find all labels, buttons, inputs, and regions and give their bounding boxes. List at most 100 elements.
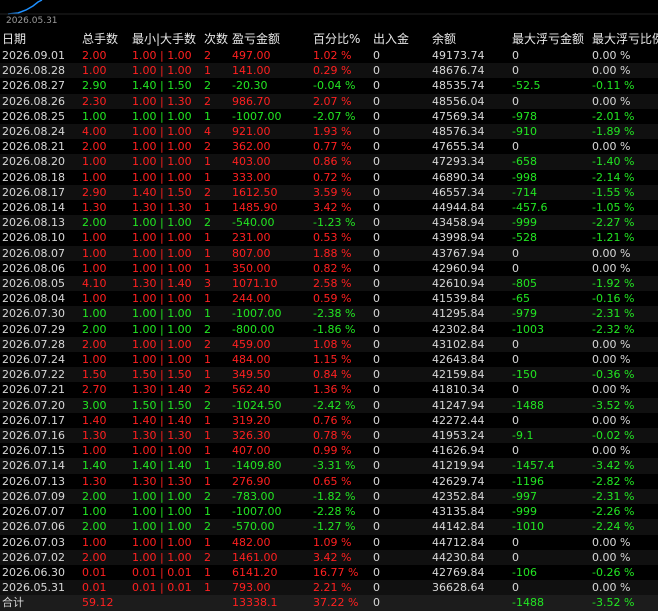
cell-min-max-lots: 1.30 | 1.30 (130, 200, 202, 216)
cell-balance: 42159.84 (430, 367, 510, 383)
table-row[interactable]: 2026.05.31 0.01 0.01 | 0.01 1 793.00 2.21 % 0 3… (0, 580, 658, 596)
table-row[interactable]: 2026.07.06 2.00 1.00 | 1.00 2 -570.00 -1.27 %… (0, 519, 658, 535)
header-max-float-loss[interactable]: 最大浮亏金额 (510, 30, 590, 48)
header-balance[interactable]: 余额 (430, 30, 510, 48)
table-row[interactable]: 2026.08.27 2.90 1.40 | 1.50 2 -20.30 -0.04 % 0… (0, 78, 658, 94)
table-row[interactable]: 2026.08.24 4.00 1.00 | 1.00 4 921.00 1.93 % 0 4… (0, 124, 658, 140)
cell-total-lots: 1.30 (80, 428, 130, 444)
table-row[interactable]: 2026.07.13 1.30 1.30 | 1.30 1 276.90 0.65 % 0 4… (0, 473, 658, 489)
cell-max-float-loss-pct: -2.32 % (590, 321, 658, 337)
cell-pnl-amount: 1485.90 (230, 200, 311, 216)
cell-max-float-loss: 0 (510, 260, 590, 277)
table-row[interactable]: 2026.08.07 1.00 1.00 | 1.00 1 807.00 1.88 % 0 4… (0, 245, 658, 261)
table-row[interactable]: 2026.08.05 4.10 1.30 | 1.40 3 1071.10 2.58 % 0… (0, 276, 658, 292)
cell-max-float-loss: -999 (510, 504, 590, 520)
table-row[interactable]: 2026.07.28 2.00 1.00 | 1.00 2 459.00 1.08 % 0 4… (0, 336, 658, 353)
cell-max-float-loss: 0 (510, 93, 590, 109)
table-row[interactable]: 2026.08.26 2.30 1.00 | 1.30 2 986.70 2.07 % 0 4… (0, 93, 658, 109)
cell-percent: 2.58 % (311, 276, 371, 292)
cell-total-lots: 3.00 (80, 397, 130, 413)
cell-count: 1 (202, 245, 230, 261)
cell-total-lots: 2.90 (80, 78, 130, 94)
table-row[interactable]: 2026.08.17 2.90 1.40 | 1.50 2 1612.50 3.59 % 0… (0, 184, 658, 201)
table-row[interactable]: 2026.08.25 1.00 1.00 | 1.00 1 -1007.00 -2.07 … (0, 108, 658, 125)
table-row[interactable]: 2026.07.14 1.40 1.40 | 1.40 1 -1409.80 -3.31 … (0, 458, 658, 474)
cell-total-lots: 1.30 (80, 473, 130, 489)
header-count[interactable]: 次数 (202, 30, 230, 48)
cell-count: 2 (202, 215, 230, 231)
cell-balance: 46890.34 (430, 169, 510, 185)
cell-balance: 48576.34 (430, 124, 510, 140)
table-row[interactable]: 2026.08.28 1.00 1.00 | 1.00 1 141.00 0.29 % 0 4… (0, 63, 658, 79)
cell-pnl-amount: 484.00 (230, 352, 311, 368)
table-row[interactable]: 2026.07.29 2.00 1.00 | 1.00 2 -800.00 -1.86 %… (0, 321, 658, 337)
cell-percent: -2.38 % (311, 306, 371, 322)
cell-count: 2 (202, 382, 230, 398)
cell-deposit: 0 (371, 291, 430, 307)
table-row[interactable]: 2026.07.15 1.00 1.00 | 1.00 1 407.00 0.99 % 0 4… (0, 443, 658, 459)
table-row[interactable]: 2026.07.16 1.30 1.30 | 1.30 1 326.30 0.78 % 0 4… (0, 428, 658, 444)
table-row[interactable]: 2026.08.10 1.00 1.00 | 1.00 1 231.00 0.53 % 0 4… (0, 230, 658, 246)
cell-deposit: 0 (371, 154, 430, 170)
cell-count: 1 (202, 412, 230, 429)
table-row[interactable]: 2026.08.18 1.00 1.00 | 1.00 1 333.00 0.72 % 0 4… (0, 169, 658, 185)
cell-date: 2026.08.26 (0, 93, 80, 109)
cell-min-max-lots: 1.00 | 1.00 (130, 306, 202, 322)
cell-max-float-loss: 0 (510, 534, 590, 550)
header-pnl-amount[interactable]: 盈亏金额 (230, 30, 311, 48)
cell-deposit: 0 (371, 504, 430, 520)
cell-max-float-loss: 0 (510, 48, 590, 64)
cell-deposit: 0 (371, 78, 430, 94)
table-row[interactable]: 2026.07.07 1.00 1.00 | 1.00 1 -1007.00 -2.28 … (0, 504, 658, 520)
cell-deposit: 0 (371, 215, 430, 231)
table-row[interactable]: 2026.08.21 2.00 1.00 | 1.00 2 362.00 0.77 % 0 4… (0, 139, 658, 155)
cell-percent: 2.07 % (311, 93, 371, 109)
cell-percent: -2.07 % (311, 108, 371, 125)
table-row[interactable]: 2026.07.24 1.00 1.00 | 1.00 1 484.00 1.15 % 0 4… (0, 352, 658, 368)
cell-percent: 1.15 % (311, 352, 371, 368)
table-row[interactable]: 2026.08.20 1.00 1.00 | 1.00 1 403.00 0.86 % 0 4… (0, 154, 658, 170)
cell-percent: 0.82 % (311, 260, 371, 277)
cell-date: 2026.08.28 (0, 63, 80, 79)
header-percent[interactable]: 百分比% (311, 30, 371, 48)
table-row[interactable]: 2026.06.30 0.01 0.01 | 0.01 1 6141.20 16.77 %… (0, 564, 658, 581)
equity-curve (0, 0, 658, 15)
cell-count: 1 (202, 306, 230, 322)
table-row[interactable]: 2026.07.21 2.70 1.30 | 1.40 2 562.40 1.36 % 0 4… (0, 382, 658, 398)
cell-percent: 0.77 % (311, 139, 371, 155)
cell-pnl-amount: 349.50 (230, 367, 311, 383)
cell-deposit: 0 (371, 63, 430, 79)
cell-min-max-lots: 1.00 | 1.00 (130, 139, 202, 155)
header-deposit[interactable]: 出入金 (371, 30, 430, 48)
table-row[interactable]: 2026.07.17 1.40 1.40 | 1.40 1 319.20 0.76 % 0 4… (0, 412, 658, 429)
cell-min-max-lots: 1.00 | 1.00 (130, 154, 202, 170)
table-row[interactable]: 2026.07.20 3.00 1.50 | 1.50 2 -1024.50 -2.42 … (0, 397, 658, 413)
table-row[interactable]: 2026.07.22 1.50 1.50 | 1.50 1 349.50 0.84 % 0 4… (0, 367, 658, 383)
header-total-lots[interactable]: 总手数 (80, 30, 130, 48)
equity-chart-strip: 2026.05.31 (0, 0, 658, 29)
cell-balance: 41219.94 (430, 458, 510, 474)
cell-pnl-amount: 362.00 (230, 139, 311, 155)
header-max-float-loss-pct[interactable]: 最大浮亏比例 (590, 30, 658, 48)
table-row[interactable]: 2026.07.02 2.00 1.00 | 1.00 2 1461.00 3.42 % 0… (0, 549, 658, 565)
header-date[interactable]: 日期 (0, 30, 80, 48)
cell-pnl-amount: -1007.00 (230, 306, 311, 322)
table-row[interactable]: 2026.07.30 1.00 1.00 | 1.00 1 -1007.00 -2.38 … (0, 306, 658, 322)
cell-balance: 48676.74 (430, 63, 510, 79)
cell-min-max-lots: 1.00 | 1.00 (130, 245, 202, 261)
cell-total-lots: 1.40 (80, 412, 130, 429)
cell-balance: 48556.04 (430, 93, 510, 109)
table-row[interactable]: 2026.07.09 2.00 1.00 | 1.00 2 -783.00 -1.82 %… (0, 488, 658, 505)
table-row[interactable]: 2026.07.03 1.00 1.00 | 1.00 1 482.00 1.09 % 0 4… (0, 534, 658, 550)
cell-min-max-lots: 1.00 | 1.00 (130, 124, 202, 140)
cell-balance: 44230.84 (430, 549, 510, 565)
cell-balance: 42302.84 (430, 321, 510, 337)
table-row[interactable]: 2026.08.06 1.00 1.00 | 1.00 1 350.00 0.82 % 0 4… (0, 260, 658, 277)
table-row[interactable]: 2026.08.13 2.00 1.00 | 1.00 2 -540.00 -1.23 %… (0, 215, 658, 231)
cell-deposit: 0 (371, 473, 430, 489)
table-row[interactable]: 2026.08.14 1.30 1.30 | 1.30 1 1485.90 3.42 % 0… (0, 200, 658, 216)
table-row[interactable]: 2026.08.04 1.00 1.00 | 1.00 1 244.00 0.59 % 0 4… (0, 291, 658, 307)
header-min-max-lots[interactable]: 最小|大手数 (130, 30, 202, 48)
cell-total-lots: 1.00 (80, 260, 130, 277)
table-row[interactable]: 2026.09.01 2.00 1.00 | 1.00 2 497.00 1.02 % 0 4… (0, 48, 658, 64)
